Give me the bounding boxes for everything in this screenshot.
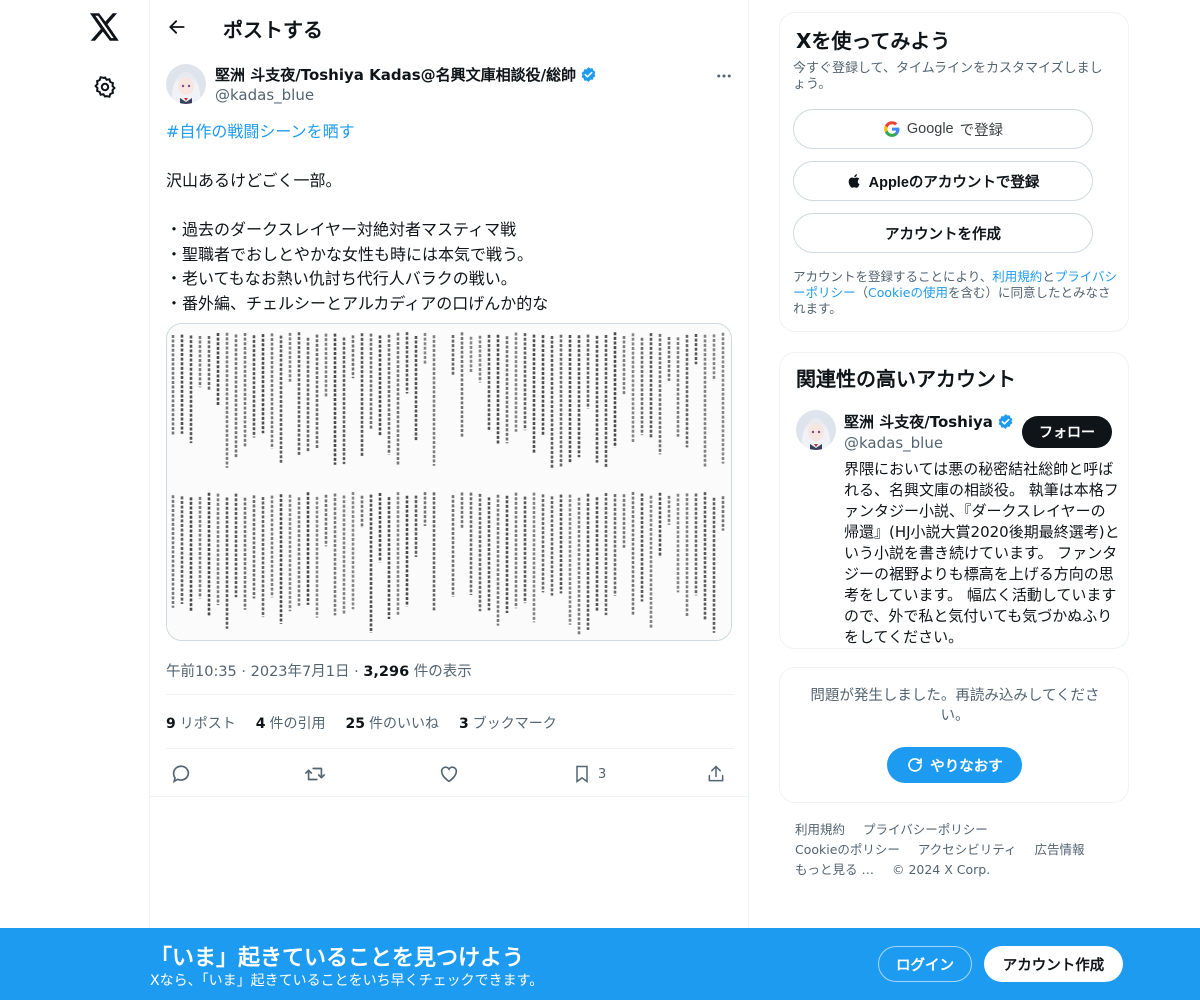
gear-icon[interactable] — [91, 73, 119, 101]
related-name-text: 堅洲 斗支夜/Toshiya — [844, 413, 993, 431]
signup-title: Xを使ってみよう — [796, 29, 951, 53]
signup-card: Xを使ってみよう 今すぐ登録して、タイムラインをカスタマイズしましょう。 Goo… — [779, 12, 1129, 332]
author-name[interactable]: 堅洲 斗支夜/Toshiya Kadas@名興文庫相談役/総帥 — [215, 64, 597, 85]
x-logo-icon[interactable] — [88, 10, 122, 44]
banner-title: 「いま」起きていることを見つけよう — [150, 946, 525, 971]
footer-link-terms[interactable]: 利用規約 — [795, 822, 845, 837]
post-text: #自作の戦闘シーンを晒す 沢山あるけどごく一部。 ・過去のダークスレイヤー対絶対… — [166, 120, 734, 316]
post-stats: 9 リポスト 4 件の引用 25 件のいいね 3 ブックマーク — [166, 713, 557, 733]
left-nav — [0, 0, 150, 1000]
avatar[interactable] — [796, 410, 836, 450]
main-column: ポストする 堅洲 斗支夜/Toshiya Kadas@名興文庫相談役/総帥 @k… — [149, 0, 750, 1000]
post-body: 沢山あるけどごく一部。 ・過去のダークスレイヤー対絶対者マスティマ戦 ・聖職者で… — [166, 171, 549, 313]
related-handle[interactable]: @kadas_blue — [844, 434, 943, 452]
refresh-icon — [908, 758, 923, 772]
verified-badge-icon — [580, 66, 597, 83]
bookmarks-stat[interactable]: 3 ブックマーク — [459, 713, 557, 733]
bookmark-icon — [576, 765, 588, 783]
views-count: 3,296 — [363, 664, 410, 680]
copyright: © 2024 X Corp. — [891, 862, 991, 877]
legal-part: （ — [855, 285, 869, 300]
hashtag-link[interactable]: #自作の戦闘シーンを晒す — [166, 122, 355, 141]
meta-separator: · — [241, 664, 247, 680]
google-label: Google — [906, 121, 954, 137]
error-message: 問題が発生しました。再読み込みしてください。 — [810, 688, 1100, 724]
post-actions: 3 — [166, 760, 734, 788]
reposts-label: リポスト — [179, 716, 236, 732]
bookmarks-count: 3 — [458, 716, 469, 732]
apple-icon — [848, 174, 860, 188]
banner-subtitle: Xなら、「いま」起きていることをいち早くチェックできます。 — [150, 973, 544, 989]
likes-stat[interactable]: 25 件のいいね — [346, 713, 439, 733]
top-bar: ポストする — [150, 0, 750, 53]
verified-badge-icon — [997, 413, 1014, 430]
terms-link[interactable]: 利用規約 — [992, 269, 1042, 284]
reposts-count: 9 — [166, 716, 176, 732]
signup-subtitle: 今すぐ登録して、タイムラインをカスタマイズしましょう。 — [793, 61, 1103, 92]
bookmarks-label: ブックマーク — [472, 716, 557, 732]
bottom-banner: 「いま」起きていることを見つけよう Xなら、「いま」起きていることをいち早くチェ… — [0, 928, 1200, 1000]
more-options-icon[interactable] — [712, 64, 736, 88]
share-icon[interactable] — [706, 760, 726, 788]
footer-link-ads[interactable]: 広告情報 — [1035, 842, 1085, 857]
bookmark-button[interactable]: 3 — [572, 760, 606, 788]
apple-signup-button[interactable]: Appleのアカウントで登録 — [793, 161, 1093, 201]
likes-count: 25 — [345, 716, 365, 732]
legal-part: と — [1042, 269, 1055, 284]
divider — [166, 748, 734, 749]
repost-icon[interactable] — [304, 760, 326, 788]
page-title: ポストする — [223, 18, 323, 42]
quotes-count: 4 — [255, 716, 266, 732]
author-handle[interactable]: @kadas_blue — [215, 86, 314, 104]
bookmark-count: 3 — [598, 766, 607, 782]
post-meta: 午前10:35 · 2023年7月1日 · 3,296 件の表示 — [166, 660, 472, 681]
post-date[interactable]: 2023年7月1日 — [251, 664, 350, 680]
login-button[interactable]: ログイン — [878, 946, 972, 982]
retry-button[interactable]: やりなおす — [887, 747, 1022, 783]
arrow-left-icon[interactable] — [162, 12, 192, 42]
google-signup-button[interactable]: Google で登録 — [793, 109, 1093, 149]
footer-links: 利用規約 プライバシーポリシー Cookieのポリシー アクセシビリティ 広告情… — [795, 820, 1125, 880]
divider — [150, 796, 750, 797]
quotes-label: 件の引用 — [269, 716, 326, 732]
avatar[interactable] — [166, 64, 206, 104]
banner-create-account-button[interactable]: アカウント作成 — [984, 946, 1123, 982]
meta-separator: · — [354, 664, 359, 680]
like-icon[interactable] — [438, 760, 460, 788]
author-name-text: 堅洲 斗支夜/Toshiya Kadas@名興文庫相談役/総帥 — [215, 66, 577, 84]
related-bio: 界隈においては悪の秘密結社総帥と呼ばれる、名興文庫の相談役。 執筆は本格ファンタ… — [844, 460, 1120, 646]
error-card: 問題が発生しました。再読み込みしてください。 やりなおす — [779, 667, 1129, 803]
footer-link-accessibility[interactable]: アクセシビリティ — [918, 842, 1017, 857]
post-time[interactable]: 午前10:35 — [166, 664, 237, 680]
follow-button[interactable]: フォロー — [1022, 416, 1112, 448]
manuscript-pages-image — [167, 324, 731, 640]
google-icon — [884, 121, 900, 137]
related-name[interactable]: 堅洲 斗支夜/Toshiya — [844, 411, 1014, 432]
retry-label: やりなおす — [930, 758, 1003, 775]
footer-link-more[interactable]: もっと見る … — [795, 862, 874, 877]
legal-text: アカウントを登録することにより、利用規約とプライバシーポリシー（Cookieの使… — [793, 269, 1118, 317]
views-label: 件の表示 — [413, 664, 472, 680]
related-accounts-card: 関連性の高いアカウント 堅洲 斗支夜/Toshiya @kadas_blue フ… — [779, 352, 1129, 649]
quotes-stat[interactable]: 4 件の引用 — [256, 713, 326, 733]
reply-icon[interactable] — [170, 760, 192, 788]
legal-part: アカウントを登録することにより、 — [793, 269, 993, 284]
related-title: 関連性の高いアカウント — [796, 367, 1016, 391]
footer-link-cookie[interactable]: Cookieのポリシー — [795, 842, 900, 857]
create-account-button[interactable]: アカウントを作成 — [793, 213, 1093, 253]
cookie-link[interactable]: Cookieの使用 — [868, 285, 948, 300]
post-image[interactable] — [166, 323, 732, 641]
post-author: 堅洲 斗支夜/Toshiya Kadas@名興文庫相談役/総帥 @kadas_b… — [166, 64, 736, 110]
divider — [166, 694, 734, 695]
apple-label: Appleのアカウントで登録 — [868, 174, 1040, 191]
footer-link-privacy[interactable]: プライバシーポリシー — [863, 822, 988, 837]
reposts-stat[interactable]: 9 リポスト — [166, 713, 236, 733]
google-label-rest: で登録 — [959, 122, 1004, 139]
likes-label: 件のいいね — [368, 716, 439, 732]
